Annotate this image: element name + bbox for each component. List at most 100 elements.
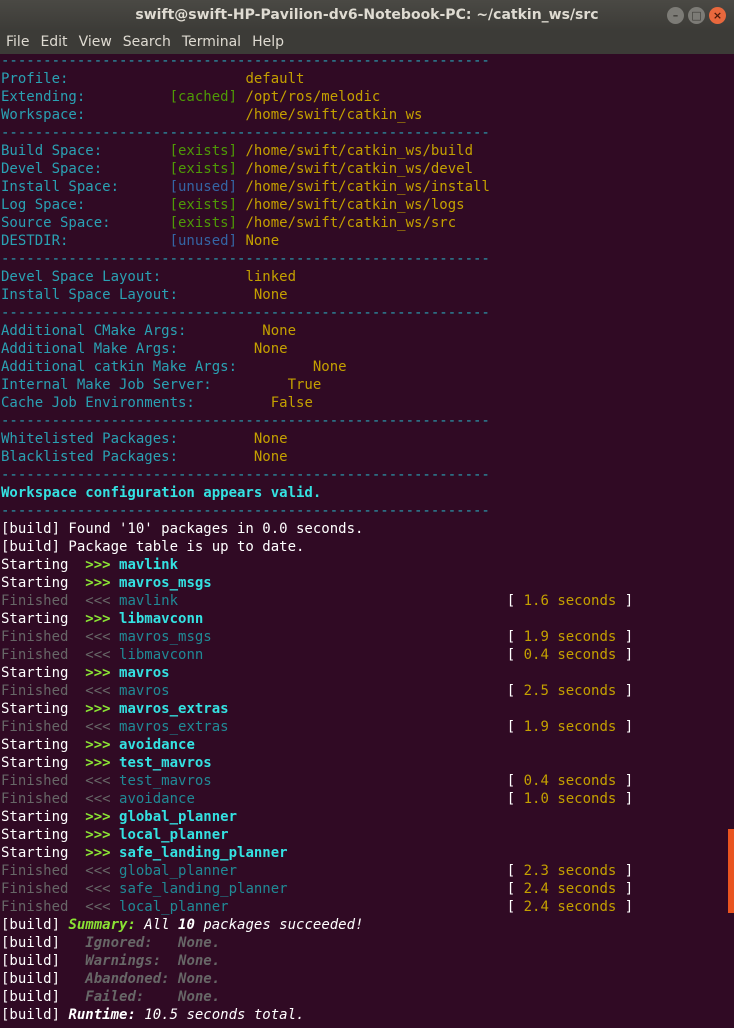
bracket: ] [616,881,634,897]
menu-edit[interactable]: Edit [34,31,72,54]
config-label: Internal Make Job Server: [1,377,212,393]
menu-view[interactable]: View [73,31,117,54]
config-status [170,269,246,285]
config-status: [exists] [169,197,246,213]
job-kind: Starting [1,611,86,627]
config-row: Log Space: [exists] /home/swift/catkin_w… [1,196,721,214]
config-status [178,341,254,357]
separator: ----------------------------------------… [1,305,490,321]
config-status [170,107,246,123]
config-row: Cache Job Environments: False [1,394,721,412]
summary-text: packages succeeded! [194,917,364,933]
config-value: /home/swift/catkin_ws/install [245,179,490,195]
job-arrow: >>> [85,665,120,681]
terminal-output[interactable]: ----------------------------------------… [1,52,721,1024]
job-line: Starting >>> avoidance [1,736,721,754]
menu-help[interactable]: Help [246,31,289,54]
build-message-text: [build] Package table is up to date. [1,539,305,555]
config-row: Profile: default [1,70,721,88]
title-bar[interactable]: swift@swift-HP-Pavilion-dv6-Notebook-PC:… [0,0,734,31]
config-status [178,287,254,303]
job-kind: Starting [1,575,86,591]
job-line: Finished <<< mavros_msgs [ 1.9 seconds ] [1,628,721,646]
menu-file[interactable]: File [0,31,34,54]
separator-line: ----------------------------------------… [1,466,721,484]
config-value: None [312,359,347,375]
config-status [178,431,254,447]
detail-value: None. [178,953,221,969]
config-value: linked [245,269,297,285]
job-package: local_planner [119,827,229,843]
job-line: Starting >>> mavros_extras [1,700,721,718]
job-package: local_planner [119,899,507,915]
config-row: Blacklisted Packages: None [1,448,721,466]
job-line: Finished <<< test_mavros [ 0.4 seconds ] [1,772,721,790]
job-arrow: >>> [85,575,120,591]
detail-value: None. [178,971,221,987]
separator: ----------------------------------------… [1,53,490,69]
config-value: None [253,431,288,447]
minimize-icon[interactable]: – [667,7,684,24]
maximize-icon[interactable]: □ [688,7,705,24]
bracket: ] [616,629,634,645]
job-package: mavros_extras [119,701,229,717]
job-kind: Starting [1,701,86,717]
config-label: Whitelisted Packages: [1,431,179,447]
config-value: /home/swift/catkin_ws [245,107,423,123]
separator-line: ----------------------------------------… [1,250,721,268]
menu-bar: File Edit View Search Terminal Help [0,31,734,54]
close-icon[interactable]: × [709,7,726,24]
job-arrow: <<< [85,683,120,699]
separator: ----------------------------------------… [1,125,490,141]
job-arrow: <<< [85,647,120,663]
separator: ----------------------------------------… [1,413,490,429]
job-time: 0.4 seconds [523,647,617,663]
config-label: Build Space: [1,143,170,159]
bracket: [ [506,881,524,897]
config-status: [exists] [169,161,246,177]
config-row: Install Space Layout: None [1,286,721,304]
job-time: 2.3 seconds [523,863,617,879]
job-kind: Finished [1,629,86,645]
menu-terminal[interactable]: Terminal [176,31,246,54]
summary-prefix: [build] [1,971,86,987]
runtime-label: Runtime: [68,1007,136,1023]
summary-line: [build] Summary: All 10 packages succeed… [1,916,721,934]
bracket: [ [506,683,524,699]
job-kind: Finished [1,773,86,789]
job-time: 0.4 seconds [523,773,617,789]
summary-prefix: [build] [1,917,69,933]
job-package: mavlink [119,557,179,573]
bracket: [ [506,863,524,879]
job-arrow: >>> [85,557,120,573]
config-row: Install Space: [unused] /home/swift/catk… [1,178,721,196]
config-status [178,449,254,465]
config-label: Additional CMake Args: [1,323,187,339]
bracket: [ [506,791,524,807]
summary-text: All [135,917,179,933]
config-row: Extending: [cached] /opt/ros/melodic [1,88,721,106]
window-title: swift@swift-HP-Pavilion-dv6-Notebook-PC:… [135,7,599,23]
config-label: Devel Space Layout: [1,269,170,285]
job-arrow: >>> [85,809,120,825]
job-package: safe_landing_planner [119,845,288,861]
config-row: Internal Make Job Server: True [1,376,721,394]
job-line: Starting >>> mavlink [1,556,721,574]
menu-search[interactable]: Search [117,31,176,54]
bracket: [ [506,899,524,915]
summary-detail: [build] Abandoned: None. [1,970,721,988]
separator-line: ----------------------------------------… [1,412,721,430]
separator: ----------------------------------------… [1,467,490,483]
runtime-value: 10.5 seconds total. [135,1007,305,1023]
scrollbar-thumb[interactable] [728,829,734,913]
window-controls: – □ × [667,7,726,24]
bracket: ] [616,683,634,699]
config-row: Devel Space: [exists] /home/swift/catkin… [1,160,721,178]
job-kind: Finished [1,593,86,609]
config-label: Additional Make Args: [1,341,179,357]
config-label: Source Space: [1,215,170,231]
job-time: 2.5 seconds [523,683,617,699]
job-kind: Starting [1,845,86,861]
config-value: True [287,377,322,393]
config-label: Additional catkin Make Args: [1,359,238,375]
